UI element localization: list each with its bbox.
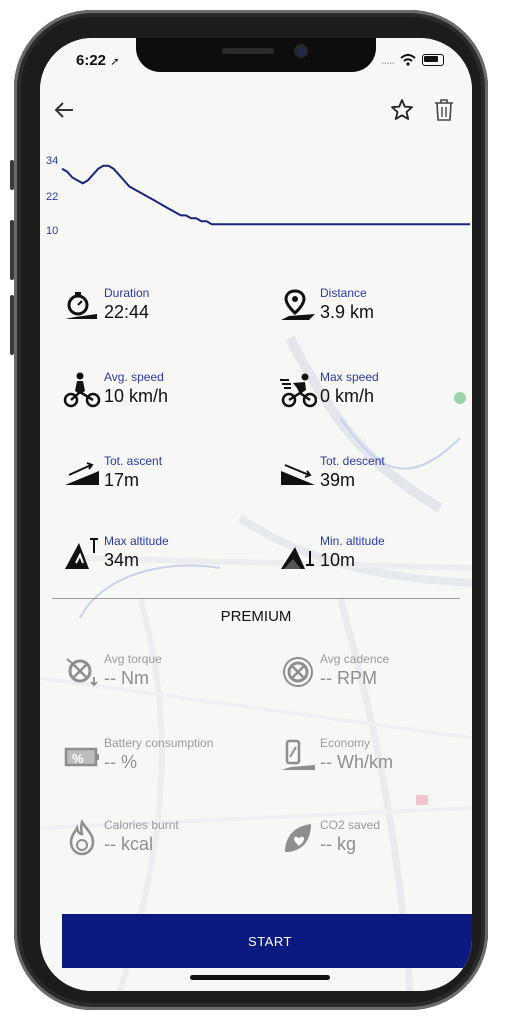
speaker <box>222 48 274 54</box>
stat-label: Avg. speed <box>104 370 164 384</box>
stat-max-altitude: Max altitude 34m <box>60 534 169 574</box>
volume-down-button <box>10 295 14 355</box>
home-indicator[interactable] <box>190 975 330 980</box>
stat-value: 3.9 km <box>320 302 375 322</box>
battery-percent-icon: % <box>60 736 104 776</box>
stat-label: CO2 saved <box>320 818 381 832</box>
divider <box>52 598 460 599</box>
stat-economy: Economy -- Wh/km <box>276 736 393 776</box>
stat-value: 39m <box>320 470 356 490</box>
stat-value: 0 km/h <box>320 386 375 406</box>
stat-tot-ascent: Tot. ascent 17m <box>60 454 162 494</box>
y-tick-label: 34 <box>46 155 58 167</box>
stat-label: Economy <box>320 736 371 750</box>
notch <box>136 38 376 72</box>
stat-avg-speed: Avg. speed 10 km/h <box>60 370 168 410</box>
max-altitude-icon <box>60 534 104 574</box>
stat-max-speed: Max speed 0 km/h <box>276 370 379 410</box>
stat-value: 10m <box>320 550 356 570</box>
stat-value: -- Nm <box>104 668 149 688</box>
battery-icon <box>422 53 444 66</box>
stat-value: -- kg <box>320 834 356 854</box>
stat-calories: Calories burnt -- kcal <box>60 818 179 858</box>
status-time: 6:22 ➚ <box>76 52 119 69</box>
stat-min-altitude: Min. altitude 10m <box>276 534 385 574</box>
y-tick-label: 22 <box>46 191 58 203</box>
stat-value: -- RPM <box>320 668 377 688</box>
stopwatch-icon <box>60 286 104 326</box>
favorite-button[interactable] <box>386 94 418 126</box>
torque-icon <box>60 652 104 692</box>
descent-icon <box>276 454 320 494</box>
stat-co2-saved: CO2 saved -- kg <box>276 818 380 858</box>
stat-label: Avg cadence <box>320 652 390 666</box>
location-arrow-icon: ➚ <box>110 56 120 68</box>
stat-label: Tot. descent <box>320 454 385 468</box>
stat-value: -- Wh/km <box>320 752 393 772</box>
stat-value: -- % <box>104 752 137 772</box>
stat-label: Avg torque <box>104 652 162 666</box>
leaf-heart-icon <box>276 818 320 858</box>
stat-value: 22:44 <box>104 302 150 322</box>
wifi-icon <box>400 53 416 66</box>
stat-duration: Duration 22:44 <box>60 286 149 326</box>
stat-label: Tot. ascent <box>104 454 163 468</box>
premium-title: PREMIUM <box>220 608 292 625</box>
app-screen: 6:22 ➚ ..... 34 22 10 Duration 22:44 Dis… <box>40 38 472 991</box>
start-button-label: START <box>248 933 292 949</box>
stat-label: Max speed <box>320 370 379 384</box>
fast-cyclist-icon <box>276 370 320 410</box>
stat-label: Duration <box>104 286 150 300</box>
trash-icon <box>435 99 453 121</box>
volume-up-button <box>10 220 14 280</box>
status-time-text: 6:22 <box>76 52 107 69</box>
start-button[interactable]: START <box>62 914 472 968</box>
flame-icon <box>60 818 104 858</box>
speed-line <box>61 164 470 226</box>
stat-value: 17m <box>104 470 140 490</box>
stat-value: 10 km/h <box>104 386 169 406</box>
stat-avg-torque: Avg torque -- Nm <box>60 652 162 692</box>
signal-dots: ..... <box>380 52 395 67</box>
back-button[interactable] <box>48 94 80 126</box>
mute-switch <box>10 160 14 190</box>
stat-distance: Distance 3.9 km <box>276 286 374 326</box>
cadence-icon <box>276 652 320 692</box>
svg-text:%: % <box>72 751 84 766</box>
map-pin-route-icon <box>276 286 320 326</box>
arrow-left-icon <box>54 102 73 118</box>
stat-avg-cadence: Avg cadence -- RPM <box>276 652 389 692</box>
stat-battery-consumption: % Battery consumption -- % <box>60 736 213 776</box>
min-altitude-icon <box>276 534 320 574</box>
ascent-icon <box>60 454 104 494</box>
stat-label: Calories burnt <box>104 818 179 832</box>
economy-icon <box>276 736 320 776</box>
speed-chart: 34 22 10 <box>46 155 470 237</box>
stat-value: 34m <box>104 550 140 570</box>
toolbar <box>40 86 472 134</box>
delete-button[interactable] <box>428 94 460 126</box>
stat-tot-descent: Tot. descent 39m <box>276 454 385 494</box>
stat-label: Min. altitude <box>320 534 385 548</box>
cyclist-icon <box>60 370 104 410</box>
status-right: ..... <box>381 52 444 67</box>
y-tick-label: 10 <box>46 225 58 237</box>
stat-value: -- kcal <box>104 834 153 854</box>
stat-label: Max altitude <box>104 534 169 548</box>
front-camera <box>296 46 306 56</box>
star-outline-icon <box>391 99 413 120</box>
stat-label: Battery consumption <box>104 736 214 750</box>
stat-label: Distance <box>320 286 367 300</box>
